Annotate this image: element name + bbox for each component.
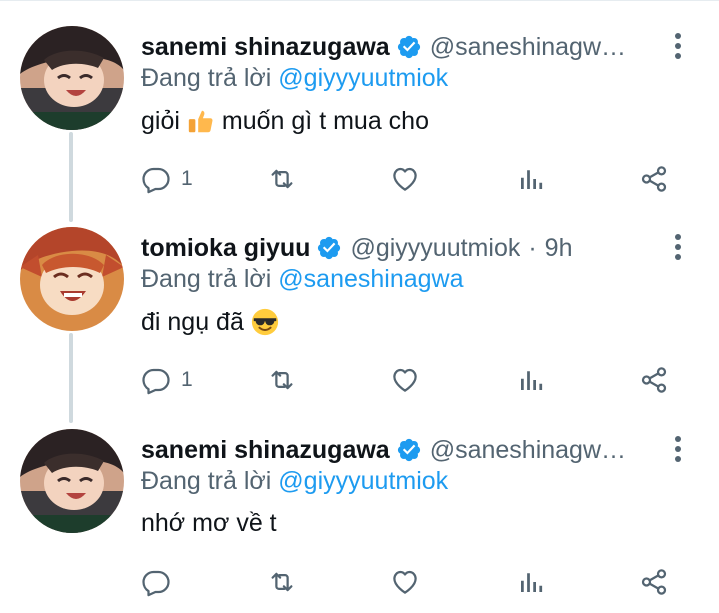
retweet-icon	[267, 164, 297, 194]
reply-mention-link[interactable]: @giyyyuutmiok	[278, 64, 448, 92]
reply-mention-link[interactable]: @giyyyuutmiok	[278, 467, 448, 495]
verified-icon	[396, 437, 422, 463]
like-button[interactable]	[390, 162, 420, 196]
reply-icon	[141, 567, 171, 597]
tweet-text: nhớ mơ về t	[141, 509, 277, 538]
retweet-button[interactable]	[267, 565, 297, 599]
share-icon	[639, 164, 669, 194]
analytics-icon	[516, 567, 546, 597]
more-icon[interactable]	[670, 232, 686, 262]
verified-icon	[396, 34, 422, 60]
reply-icon	[141, 365, 171, 395]
verified-icon	[316, 235, 342, 261]
retweet-icon	[267, 567, 297, 597]
author-handle[interactable]: @saneshinagw…	[430, 436, 626, 465]
retweet-icon	[267, 365, 297, 395]
avatar[interactable]	[20, 227, 124, 331]
tweet-text-start: giỏi	[141, 106, 180, 135]
separator-dot: ·	[528, 233, 537, 262]
reply-button[interactable]	[141, 565, 171, 599]
analytics-icon	[516, 164, 546, 194]
like-icon	[390, 567, 420, 597]
share-button[interactable]	[639, 363, 669, 397]
thumbs-up-icon	[188, 110, 213, 133]
reply-button[interactable]: 1	[141, 162, 193, 196]
replying-to: Đang trả lời @saneshinagwa	[141, 265, 464, 294]
like-button[interactable]	[390, 363, 420, 397]
analytics-button[interactable]	[516, 565, 546, 599]
like-icon	[390, 365, 420, 395]
avatar[interactable]	[20, 429, 124, 533]
reply-count: 1	[181, 368, 193, 391]
analytics-icon	[516, 365, 546, 395]
reply-count: 1	[181, 167, 193, 190]
share-icon	[639, 365, 669, 395]
author-name[interactable]: sanemi shinazugawa	[141, 436, 390, 465]
replying-to: Đang trả lời @giyyyuutmiok	[141, 64, 448, 93]
tweet-text-start: đi ngụ đã	[141, 307, 244, 336]
like-icon	[390, 164, 420, 194]
tweet-text: đi ngụ đã	[141, 307, 286, 337]
tweet[interactable]: tomioka giyuu @giyyyuutmiok · 9h Đang tr…	[0, 201, 719, 401]
reply-prefix: Đang trả lời	[141, 467, 272, 495]
tweet-text: giỏi muốn gì t mua cho	[141, 106, 429, 136]
share-button[interactable]	[639, 162, 669, 196]
tweet-actions: 1	[141, 363, 681, 397]
avatar[interactable]	[20, 26, 124, 130]
more-icon[interactable]	[670, 31, 686, 61]
author-name[interactable]: sanemi shinazugawa	[141, 33, 390, 62]
tweet-actions	[141, 565, 681, 599]
author-handle[interactable]: @saneshinagw…	[430, 33, 626, 62]
reply-button[interactable]: 1	[141, 363, 193, 397]
reply-mention-link[interactable]: @saneshinagwa	[278, 265, 463, 293]
author-handle[interactable]: @giyyyuutmiok	[350, 234, 520, 263]
analytics-button[interactable]	[516, 363, 546, 397]
tweet-text-start: nhớ mơ về t	[141, 509, 277, 537]
share-button[interactable]	[639, 565, 669, 599]
more-icon[interactable]	[670, 434, 686, 464]
analytics-button[interactable]	[516, 162, 546, 196]
tweet[interactable]: sanemi shinazugawa @saneshinagw… Đang tr…	[0, 403, 719, 603]
tweet-text-end: muốn gì t mua cho	[221, 106, 429, 135]
reply-prefix: Đang trả lời	[141, 64, 272, 92]
like-button[interactable]	[390, 565, 420, 599]
share-icon	[639, 567, 669, 597]
retweet-button[interactable]	[267, 363, 297, 397]
reply-icon	[141, 164, 171, 194]
sunglasses-icon	[251, 308, 278, 336]
timestamp[interactable]: 9h	[545, 234, 573, 263]
tweet[interactable]: sanemi shinazugawa @saneshinagw… Đang tr…	[0, 0, 719, 200]
retweet-button[interactable]	[267, 162, 297, 196]
tweet-actions: 1	[141, 162, 681, 196]
author-name[interactable]: tomioka giyuu	[141, 234, 310, 263]
replying-to: Đang trả lời @giyyyuutmiok	[141, 467, 448, 496]
reply-prefix: Đang trả lời	[141, 265, 272, 293]
